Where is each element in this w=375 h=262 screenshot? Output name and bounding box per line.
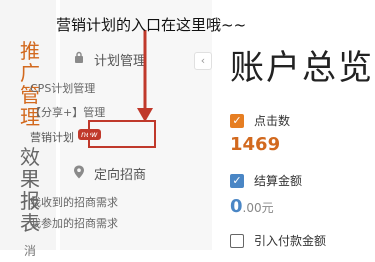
nav-item-partial[interactable]: 消 [18, 240, 42, 262]
value-decimal: .00 [242, 201, 262, 215]
checkbox-unchecked-icon[interactable] [230, 233, 244, 248]
section-title: 计划管理 [94, 54, 147, 69]
section-title: 定向招商 [94, 168, 147, 183]
checkbox-checked-icon[interactable]: ✓ [230, 173, 244, 188]
section-targeted-investment[interactable]: 定向招商 [60, 164, 146, 183]
metric-clicks-value: 1469 [230, 134, 281, 155]
value-integer: 0 [230, 196, 243, 217]
metric-label: 结算金额 [254, 174, 303, 188]
page-title: 账户总览 [230, 48, 374, 88]
value-unit: 元 [261, 201, 274, 215]
menu-item-cps-plan[interactable]: CPS计划管理 [30, 80, 95, 96]
metric-settlement-value: 0.00元 [230, 196, 274, 217]
location-pin-icon [70, 165, 88, 183]
metric-clicks[interactable]: ✓ 点击数 [230, 112, 290, 129]
lock-icon [70, 51, 88, 68]
collapse-sidebar-button[interactable]: ‹ [194, 52, 212, 70]
left-nav: 推广管理 效果报表 消 [0, 0, 56, 258]
menu-item-joined-requests[interactable]: 我参加的招商需求 [30, 215, 118, 231]
metric-label: 点击数 [254, 114, 291, 128]
metric-payment-amount[interactable]: 引入付款金额 [230, 232, 326, 249]
menu-item-label: 营销计划 [30, 131, 74, 144]
metric-settlement-amount[interactable]: ✓ 结算金额 [230, 172, 302, 189]
section-plan-management[interactable]: 计划管理 [60, 50, 146, 69]
checkbox-checked-icon[interactable]: ✓ [230, 113, 244, 128]
annotation-text: 营销计划的入口在这里哦~~ [56, 16, 247, 34]
menu-item-received-requests[interactable]: 我收到的招商需求 [30, 194, 118, 210]
menu-item-share-plus[interactable]: 【分享+】管理 [30, 104, 105, 120]
metric-label: 引入付款金额 [254, 234, 327, 248]
highlight-box [88, 120, 156, 148]
